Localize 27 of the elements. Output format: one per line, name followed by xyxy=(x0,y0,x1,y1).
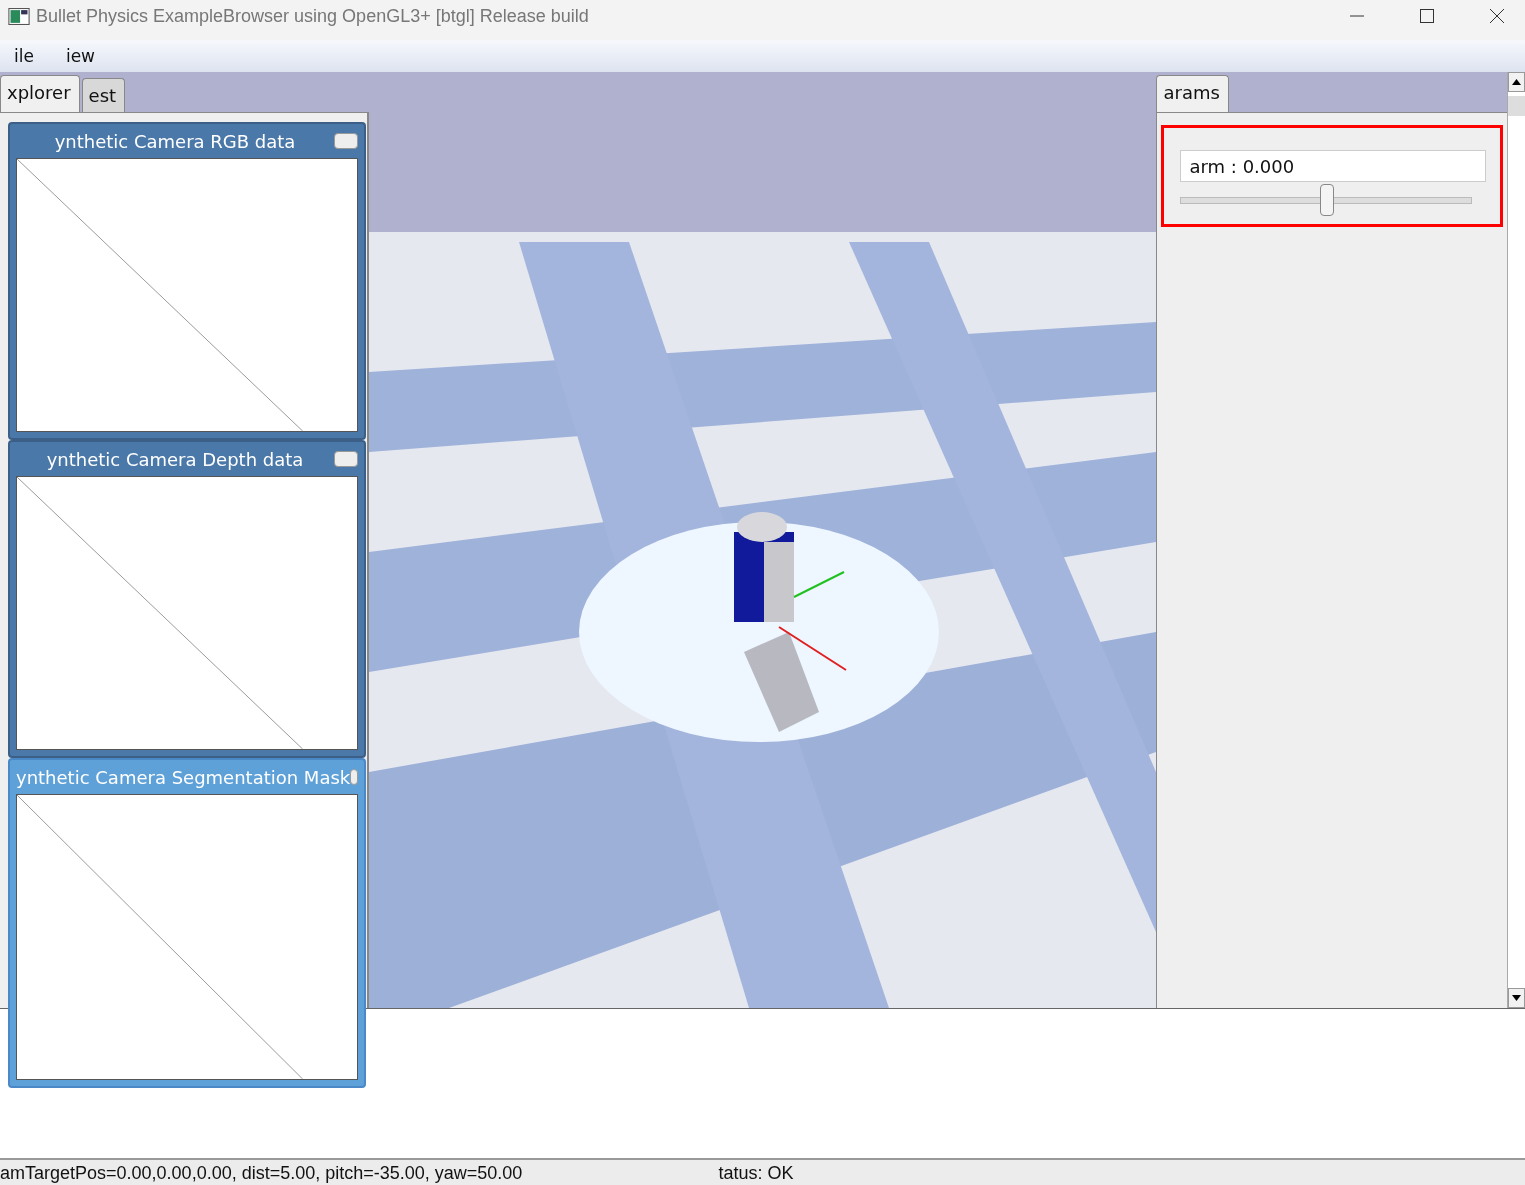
collapse-button[interactable] xyxy=(334,133,358,149)
slider-thumb[interactable] xyxy=(1320,184,1335,216)
camera-status: amTargetPos=0.00,0.00,0.00, dist=5.00, pitch=-35.00, yaw=50.00 xyxy=(0,1163,523,1184)
window-title: ynthetic Camera Segmentation Mask xyxy=(16,766,351,788)
window-title: ynthetic Camera RGB data xyxy=(53,130,297,152)
status-text: tatus: OK xyxy=(718,1163,794,1184)
scrollbar[interactable] xyxy=(1507,72,1525,1008)
empty-image-icon xyxy=(16,158,358,432)
scroll-up-icon[interactable] xyxy=(1508,72,1525,92)
empty-image-icon xyxy=(16,794,358,1080)
app-icon xyxy=(8,7,30,25)
tab[interactable]: est xyxy=(81,78,126,112)
window-title: ynthetic Camera Depth data xyxy=(45,448,305,470)
value-field[interactable]: arm : 0.000 xyxy=(1180,150,1487,182)
slider[interactable] xyxy=(1180,184,1473,216)
collapse-button[interactable] xyxy=(334,451,358,467)
maximize-icon[interactable] xyxy=(1419,8,1435,24)
collapse-button[interactable] xyxy=(350,769,358,785)
window-title: Bullet Physics ExampleBrowser using OpenGL3+ [btgl] Release build xyxy=(36,5,589,27)
tab[interactable]: arams xyxy=(1156,75,1229,112)
scroll-down-icon[interactable] xyxy=(1508,988,1525,1008)
menu-item[interactable]: ile xyxy=(14,46,34,66)
scroll-thumb[interactable] xyxy=(1508,96,1525,116)
menu-item[interactable]: iew xyxy=(65,46,95,66)
tab[interactable]: xplorer xyxy=(0,75,80,112)
close-icon[interactable] xyxy=(1489,8,1505,24)
empty-image-icon xyxy=(16,476,358,750)
